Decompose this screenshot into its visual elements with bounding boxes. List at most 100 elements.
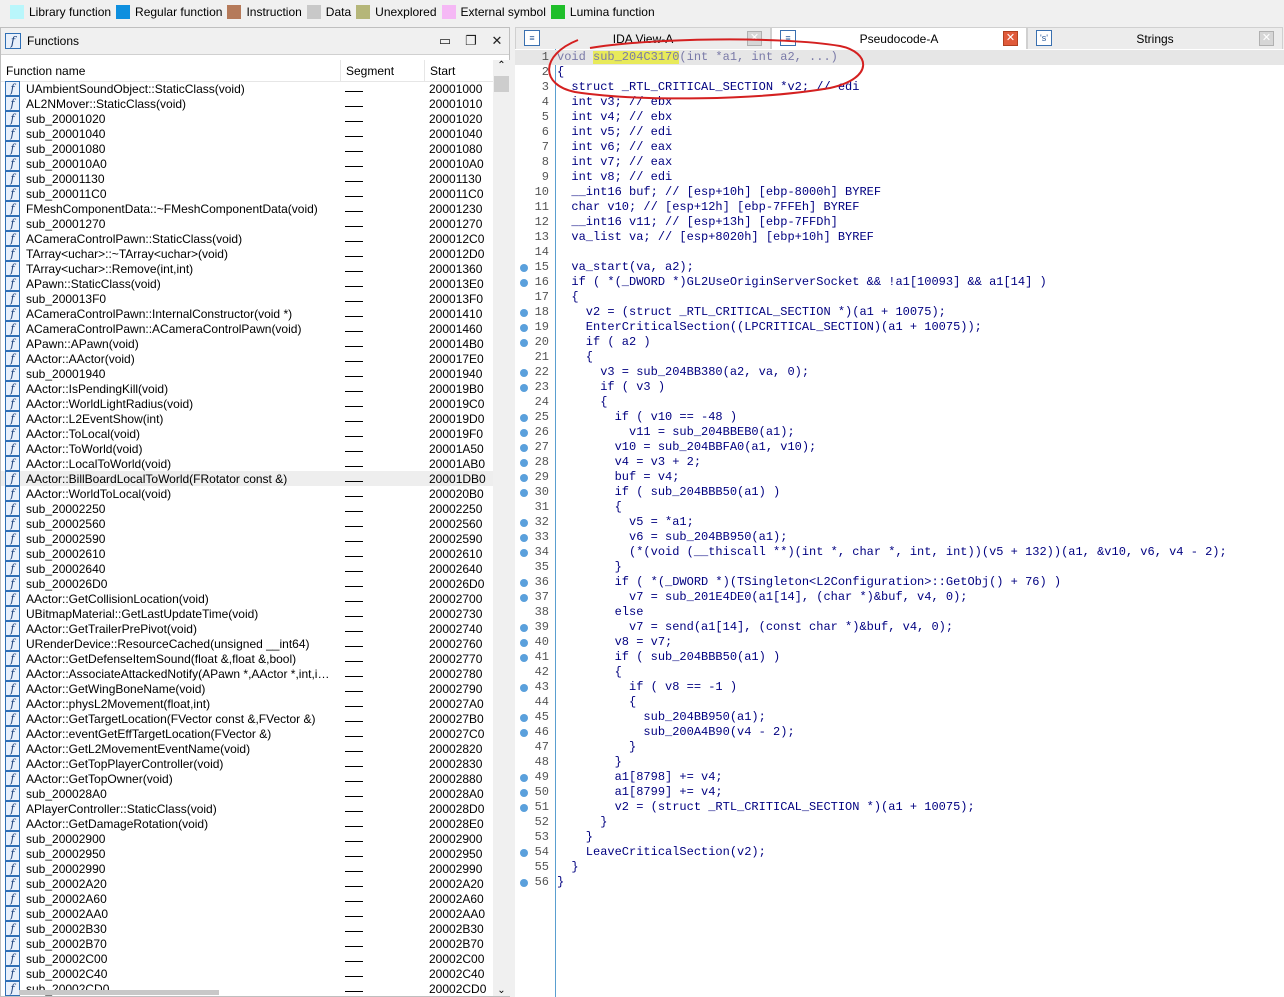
function-row[interactable]: f URenderDevice::ResourceCached(unsigned … (1, 636, 493, 651)
code-line[interactable]: 3 struct _RTL_CRITICAL_SECTION *v2; // e… (515, 80, 1284, 95)
code-line[interactable]: 16 if ( *(_DWORD *)GL2UseOriginServerSoc… (515, 275, 1284, 290)
column-function-name[interactable]: Function name (1, 59, 341, 82)
code-line[interactable]: 23 if ( v3 ) (515, 380, 1284, 395)
function-row[interactable]: f FMeshComponentData::~FMeshComponentData… (1, 201, 493, 216)
code-line[interactable]: 28 v4 = v3 + 2; (515, 455, 1284, 470)
function-row[interactable]: f sub_200011C0 200011C0 (1, 186, 493, 201)
code-line[interactable]: 35 } (515, 560, 1284, 575)
code-line[interactable]: 17 { (515, 290, 1284, 305)
code-line[interactable]: 45 sub_204BB950(a1); (515, 710, 1284, 725)
function-row[interactable]: f sub_20002B70 20002B70 (1, 936, 493, 951)
code-line[interactable]: 15 va_start(va, a2); (515, 260, 1284, 275)
code-line[interactable]: 54 LeaveCriticalSection(v2); (515, 845, 1284, 860)
code-line[interactable]: 31 { (515, 500, 1284, 515)
function-row[interactable]: f sub_20002250 20002250 (1, 501, 493, 516)
function-row[interactable]: f AActor::GetTargetLocation(FVector const… (1, 711, 493, 726)
function-row[interactable]: f AActor::BillBoardLocalToWorld(FRotator … (1, 471, 493, 486)
tab-close-icon[interactable]: ✕ (1003, 31, 1018, 46)
function-row[interactable]: f AActor::GetDamageRotation(void) 200028E0 (1, 816, 493, 831)
code-line[interactable]: 32 v5 = *a1; (515, 515, 1284, 530)
function-row[interactable]: f AActor::GetL2MovementEventName(void) 200… (1, 741, 493, 756)
function-row[interactable]: f sub_20002590 20002590 (1, 531, 493, 546)
function-row[interactable]: f TArray<uchar>::Remove(int,int) 20001360 (1, 261, 493, 276)
code-line[interactable]: 34 (*(void (__thiscall **)(int *, char *… (515, 545, 1284, 560)
maximize-icon[interactable]: ▭ (437, 33, 453, 49)
function-row[interactable]: f AActor::LocalToWorld(void) 20001AB0 (1, 456, 493, 471)
function-row[interactable]: f AActor::IsPendingKill(void) 200019B0 (1, 381, 493, 396)
tab-close-icon[interactable]: ✕ (1259, 31, 1274, 46)
function-row[interactable]: f AActor::GetTopOwner(void) 20002880 (1, 771, 493, 786)
function-row[interactable]: f AActor::AssociateAttackedNotify(APawn *… (1, 666, 493, 681)
function-row[interactable]: f sub_20002A60 20002A60 (1, 891, 493, 906)
code-line[interactable]: 33 v6 = sub_204BB950(a1); (515, 530, 1284, 545)
code-line[interactable]: 30 if ( sub_204BBB50(a1) ) (515, 485, 1284, 500)
code-line[interactable]: 51 v2 = (struct _RTL_CRITICAL_SECTION *)… (515, 800, 1284, 815)
function-row[interactable]: f sub_20002610 20002610 (1, 546, 493, 561)
code-line[interactable]: 8 int v7; // eax (515, 155, 1284, 170)
function-row[interactable]: f sub_20001080 20001080 (1, 141, 493, 156)
code-line[interactable]: 53 } (515, 830, 1284, 845)
code-line[interactable]: 4 int v3; // ebx (515, 95, 1284, 110)
function-row[interactable]: f ACameraControlPawn::InternalConstructor… (1, 306, 493, 321)
function-row[interactable]: f sub_20002AA0 20002AA0 (1, 906, 493, 921)
column-segment[interactable]: Segment (341, 59, 425, 82)
function-row[interactable]: f sub_20002560 20002560 (1, 516, 493, 531)
code-line[interactable]: 18 v2 = (struct _RTL_CRITICAL_SECTION *)… (515, 305, 1284, 320)
code-line[interactable]: 42 { (515, 665, 1284, 680)
tab-strings[interactable]: 's' Strings ✕ (1027, 27, 1283, 49)
code-line[interactable]: 50 a1[8799] += v4; (515, 785, 1284, 800)
code-line[interactable]: 24 { (515, 395, 1284, 410)
function-row[interactable]: f AActor::GetCollisionLocation(void) 20002… (1, 591, 493, 606)
code-line[interactable]: 5 int v4; // ebx (515, 110, 1284, 125)
function-row[interactable]: f sub_20002950 20002950 (1, 846, 493, 861)
function-row[interactable]: f APawn::StaticClass(void) 200013E0 (1, 276, 493, 291)
function-row[interactable]: f APlayerController::StaticClass(void) 200… (1, 801, 493, 816)
scrollbar-thumb[interactable] (494, 76, 509, 92)
restore-icon[interactable]: ❐ (463, 33, 479, 49)
code-line[interactable]: 39 v7 = send(a1[14], (const char *)&buf,… (515, 620, 1284, 635)
function-row[interactable]: f UAmbientSoundObject::StaticClass(void) 2… (1, 81, 493, 96)
code-line[interactable]: 21 { (515, 350, 1284, 365)
function-row[interactable]: f AActor::GetWingBoneName(void) 20002790 (1, 681, 493, 696)
function-row[interactable]: f AActor::GetTopPlayerController(void) 200… (1, 756, 493, 771)
vertical-scrollbar[interactable]: ⌃ ⌄ (493, 60, 510, 996)
function-row[interactable]: f AActor::physL2Movement(float,int) 200027… (1, 696, 493, 711)
tab-pseudocode-a[interactable]: ≡ Pseudocode-A ✕ (771, 27, 1027, 49)
code-line[interactable]: 9 int v8; // edi (515, 170, 1284, 185)
close-icon[interactable]: ✕ (489, 33, 505, 49)
function-row[interactable]: f AActor::GetDefenseItemSound(float &,flo… (1, 651, 493, 666)
function-row[interactable]: f ACameraControlPawn::ACameraControlPawn(… (1, 321, 493, 336)
function-row[interactable]: f AL2NMover::StaticClass(void) 20001010 (1, 96, 493, 111)
code-line[interactable]: 27 v10 = sub_204BBFA0(a1, v10); (515, 440, 1284, 455)
function-row[interactable]: f sub_20001270 20001270 (1, 216, 493, 231)
code-line[interactable]: 7 int v6; // eax (515, 140, 1284, 155)
function-row[interactable]: f sub_20002990 20002990 (1, 861, 493, 876)
scroll-down-icon[interactable]: ⌄ (493, 985, 510, 996)
code-line[interactable]: 46 sub_200A4B90(v4 - 2); (515, 725, 1284, 740)
function-row[interactable]: f UBitmapMaterial::GetLastUpdateTime(void… (1, 606, 493, 621)
function-row[interactable]: f TArray<uchar>::~TArray<uchar>(void) 2000… (1, 246, 493, 261)
function-row[interactable]: f AActor::eventGetEffTargetLocation(FVect… (1, 726, 493, 741)
pseudocode-view[interactable]: 1 void sub_204C3170(int *a1, int a2, ...)… (515, 49, 1284, 997)
code-line[interactable]: 52 } (515, 815, 1284, 830)
code-line[interactable]: 12 __int16 v11; // [esp+13h] [ebp-7FFDh] (515, 215, 1284, 230)
function-row[interactable]: f sub_200028A0 200028A0 (1, 786, 493, 801)
function-row[interactable]: f sub_20001940 20001940 (1, 366, 493, 381)
code-line[interactable]: 10 __int16 buf; // [esp+10h] [ebp-8000h]… (515, 185, 1284, 200)
tab-close-icon[interactable]: ✕ (747, 31, 762, 46)
function-row[interactable]: f APawn::APawn(void) 200014B0 (1, 336, 493, 351)
code-line[interactable]: 40 v8 = v7; (515, 635, 1284, 650)
function-row[interactable]: f sub_20002A20 20002A20 (1, 876, 493, 891)
function-row[interactable]: f sub_20001040 20001040 (1, 126, 493, 141)
code-line[interactable]: 44 { (515, 695, 1284, 710)
function-row[interactable]: f sub_200010A0 200010A0 (1, 156, 493, 171)
function-row[interactable]: f AActor::WorldToLocal(void) 200020B0 (1, 486, 493, 501)
function-row[interactable]: f sub_20002640 20002640 (1, 561, 493, 576)
code-line[interactable]: 6 int v5; // edi (515, 125, 1284, 140)
code-line[interactable]: 14 (515, 245, 1284, 260)
function-row[interactable]: f AActor::AActor(void) 200017E0 (1, 351, 493, 366)
function-row[interactable]: f sub_20001020 20001020 (1, 111, 493, 126)
code-line[interactable]: 1 void sub_204C3170(int *a1, int a2, ...) (515, 50, 1284, 65)
function-row[interactable]: f sub_20002B30 20002B30 (1, 921, 493, 936)
function-row[interactable]: f sub_20002C00 20002C00 (1, 951, 493, 966)
